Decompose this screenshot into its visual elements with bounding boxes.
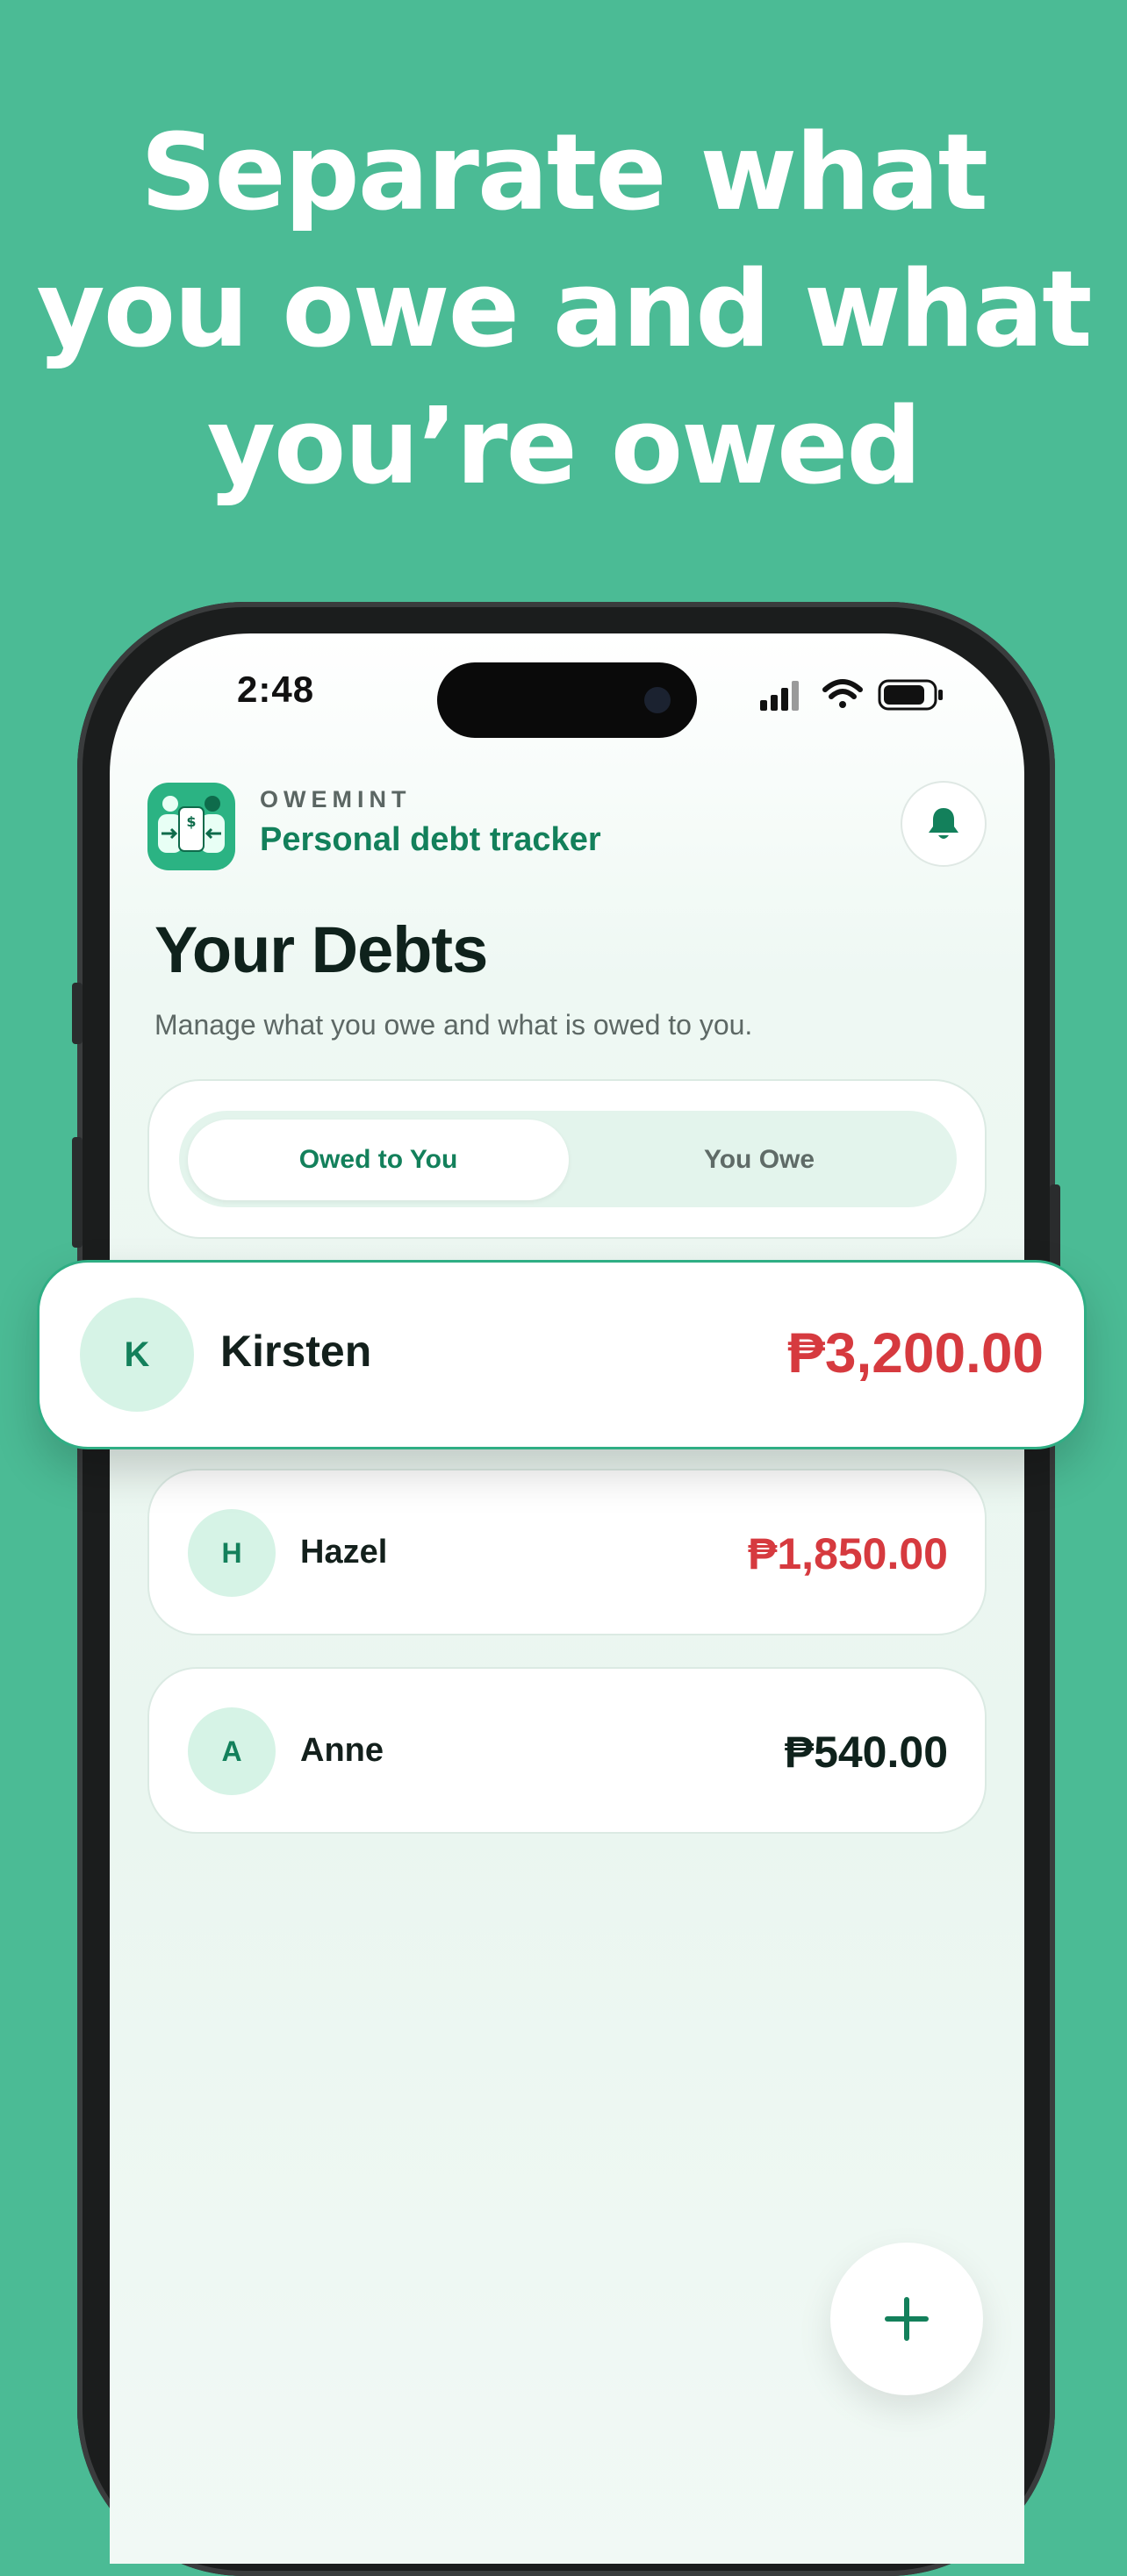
dynamic-island xyxy=(437,662,697,738)
status-icons xyxy=(757,676,950,716)
debt-row-kirsten[interactable]: K Kirsten ₱3,200.00 xyxy=(37,1260,1087,1449)
page-subtitle: Manage what you owe and what is owed to … xyxy=(154,1009,753,1041)
debt-amount: ₱1,850.00 xyxy=(748,1529,948,1578)
add-debt-button[interactable] xyxy=(830,2243,983,2395)
phone-silent-switch xyxy=(72,983,83,1044)
plus-icon xyxy=(885,2297,929,2341)
tab-you-owe[interactable]: You Owe xyxy=(571,1120,948,1200)
debt-row-anne[interactable]: A Anne ₱540.00 xyxy=(147,1667,987,1834)
svg-text:$: $ xyxy=(186,813,196,830)
tab-owed-to-you[interactable]: Owed to You xyxy=(188,1120,569,1200)
headline-line-2: you owe and what xyxy=(36,249,1092,371)
debt-amount: ₱540.00 xyxy=(784,1728,948,1777)
marketing-headline: Separate what you owe and what you’re ow… xyxy=(0,105,1127,516)
debtor-name: Anne xyxy=(300,1732,384,1769)
phone-volume-up-button xyxy=(72,1137,83,1248)
avatar: K xyxy=(80,1298,194,1412)
bell-icon xyxy=(929,808,958,839)
debtor-name: Hazel xyxy=(300,1534,388,1571)
debt-amount: ₱3,200.00 xyxy=(787,1321,1044,1385)
avatar: H xyxy=(188,1509,276,1597)
page-title: Your Debts xyxy=(154,913,488,986)
camera-icon xyxy=(644,687,671,713)
wifi-icon xyxy=(822,679,863,708)
avatar: A xyxy=(188,1707,276,1795)
brand-name: OWEMINT xyxy=(260,786,412,812)
headline-line-1: Separate what xyxy=(140,112,988,234)
headline-line-3: you’re owed xyxy=(206,386,922,508)
debt-row-hazel[interactable]: H Hazel ₱1,850.00 xyxy=(147,1469,987,1635)
notifications-button[interactable] xyxy=(901,781,987,867)
app-logo-icon: $ xyxy=(147,783,235,870)
brand-tagline: Personal debt tracker xyxy=(260,821,601,858)
debtor-name: Kirsten xyxy=(220,1327,372,1376)
battery-icon xyxy=(878,679,943,711)
status-time: 2:48 xyxy=(237,669,315,710)
signal-icon xyxy=(760,681,799,711)
